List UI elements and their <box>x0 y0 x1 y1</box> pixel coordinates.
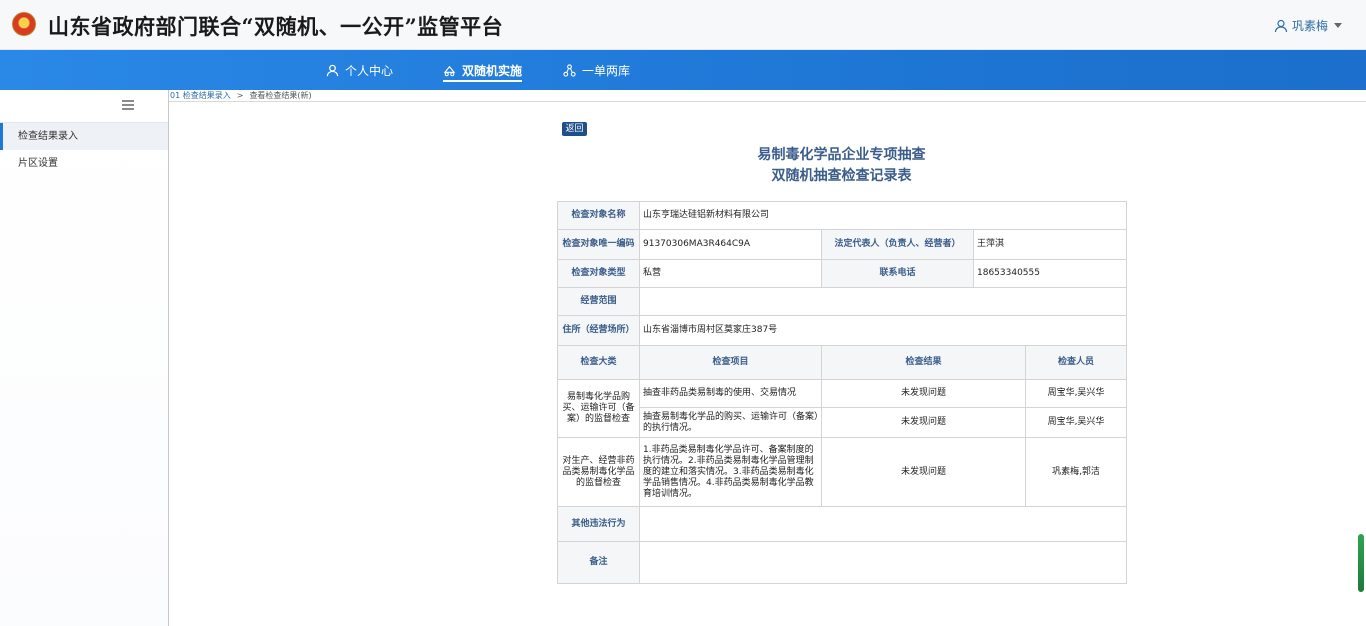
inspector-cell: 周宝华,吴兴华 <box>1024 407 1128 438</box>
category-cell: 易制毒化学品购买、运输许可（备案）的监督检查 <box>557 379 640 438</box>
table-row: 检查对象类型 私营 联系电话 18653340555 <box>557 259 1128 288</box>
code-value: 91370306MA3R464C9A <box>639 229 822 260</box>
dice-icon <box>443 65 456 76</box>
table-row: 对生产、经营非药品类易制毒化学品的监督检查 1.非药品类易制毒化学品许可、备案制… <box>557 437 1128 507</box>
person-icon <box>326 64 339 76</box>
code-label: 检查对象唯一编码 <box>557 229 640 260</box>
breadcrumb-current: 查看检查结果(新) <box>249 91 312 100</box>
national-emblem-icon <box>12 12 36 36</box>
sidebar-item-result-entry[interactable]: 检查结果录入 <box>0 123 168 150</box>
column-header-result: 检查结果 <box>821 345 1026 380</box>
scroll-indicator[interactable] <box>1358 534 1364 592</box>
inspector-cell: 巩素梅,郭洁 <box>1024 437 1128 507</box>
top-header: 山东省政府部门联合“双随机、一公开”监管平台 巩素梅 <box>0 0 1366 50</box>
user-menu[interactable]: 巩素梅 <box>1274 17 1342 34</box>
remark-label: 备注 <box>557 541 640 584</box>
type-label: 检查对象类型 <box>557 259 640 288</box>
legal-rep-label: 法定代表人（负责人、经营者） <box>821 229 974 260</box>
user-name: 巩素梅 <box>1291 19 1328 33</box>
breadcrumb-separator: > <box>236 91 244 100</box>
remark-value <box>638 541 1128 584</box>
inspection-record-table: 检查对象名称 山东亨瑞达硅铝新材料有限公司 检查对象唯一编码 91370306M… <box>557 201 1128 584</box>
item-cell: 抽查非药品类易制毒的使用、交易情况 <box>639 379 822 408</box>
result-cell: 未发现问题 <box>821 379 1026 408</box>
table-row: 住所（经营场所） 山东省淄博市周村区莫家庄387号 <box>557 315 1128 346</box>
column-header-inspector: 检查人员 <box>1024 345 1128 380</box>
table-row: 经营范围 <box>557 287 1128 316</box>
table-row: 备注 <box>557 541 1128 584</box>
name-value: 山东亨瑞达硅铝新材料有限公司 <box>638 201 1128 230</box>
table-row: 检查对象唯一编码 91370306MA3R464C9A 法定代表人（负责人、经营… <box>557 229 1128 260</box>
inspector-cell: 周宝华,吴兴华 <box>1024 379 1128 408</box>
table-row: 检查对象名称 山东亨瑞达硅铝新材料有限公司 <box>557 201 1128 230</box>
sidebar: 检查结果录入 片区设置 <box>0 90 169 626</box>
nav-item-label: 个人中心 <box>345 63 394 78</box>
breadcrumb: 01 检查结果录入 > 查看检查结果(新) <box>169 90 1366 102</box>
phone-value: 18653340555 <box>972 259 1128 288</box>
phone-label: 联系电话 <box>821 259 974 288</box>
scope-label: 经营范围 <box>557 287 640 316</box>
other-violations-value <box>638 506 1128 542</box>
table-row: 抽查易制毒化学品的购买、运输许可（备案）的执行情况。 未发现问题 周宝华,吴兴华 <box>558 407 1128 438</box>
menu-toggle-icon[interactable] <box>122 100 134 110</box>
type-value: 私营 <box>639 259 822 288</box>
sidebar-item-district-settings[interactable]: 片区设置 <box>0 150 168 177</box>
site-title: 山东省政府部门联合“双随机、一公开”监管平台 <box>48 14 504 39</box>
back-button[interactable]: 返回 <box>562 122 587 136</box>
column-header-item: 检查项目 <box>639 345 822 380</box>
column-header-category: 检查大类 <box>557 345 640 380</box>
name-label: 检查对象名称 <box>557 201 640 230</box>
table-row: 易制毒化学品购买、运输许可（备案）的监督检查 抽查非药品类易制毒的使用、交易情况… <box>557 379 1128 438</box>
form-title-line1: 易制毒化学品企业专项抽查 <box>757 147 926 163</box>
item-cell: 1.非药品类易制毒化学品许可、备案制度的执行情况。2.非药品类易制毒化学品管理制… <box>639 437 822 507</box>
sidebar-item-label: 片区设置 <box>18 158 58 169</box>
item-cell: 抽查易制毒化学品的购买、运输许可（备案）的执行情况。 <box>639 407 822 438</box>
address-label: 住所（经营场所） <box>557 315 640 346</box>
chevron-down-icon <box>1334 23 1342 28</box>
legal-rep-value: 王萍淇 <box>972 229 1128 260</box>
address-value: 山东省淄博市周村区莫家庄387号 <box>638 315 1128 346</box>
nav-item-label: 双随机实施 <box>462 63 523 78</box>
scope-value <box>638 287 1128 316</box>
category-cell: 对生产、经营非药品类易制毒化学品的监督检查 <box>557 437 640 507</box>
table-header-row: 检查大类 检查项目 检查结果 检查人员 <box>557 345 1128 380</box>
table-row: 其他违法行为 <box>557 506 1128 542</box>
other-violations-label: 其他违法行为 <box>557 506 640 542</box>
network-icon <box>563 63 576 77</box>
result-cell: 未发现问题 <box>821 437 1026 507</box>
result-cell: 未发现问题 <box>821 407 1026 438</box>
nav-item-one-list-two-libraries[interactable]: 一单两库 <box>563 50 630 90</box>
form-title-line2: 双随机抽查检查记录表 <box>771 168 912 184</box>
nav-item-label: 一单两库 <box>582 63 631 78</box>
breadcrumb-link[interactable]: 01 检查结果录入 <box>170 90 231 101</box>
nav-item-double-random[interactable]: 双随机实施 <box>443 50 523 90</box>
user-icon <box>1274 19 1288 32</box>
sidebar-item-label: 检查结果录入 <box>18 131 78 142</box>
nav-item-personal-center[interactable]: 个人中心 <box>326 50 393 90</box>
main-nav: 个人中心 双随机实施 一单两库 <box>0 50 1366 90</box>
